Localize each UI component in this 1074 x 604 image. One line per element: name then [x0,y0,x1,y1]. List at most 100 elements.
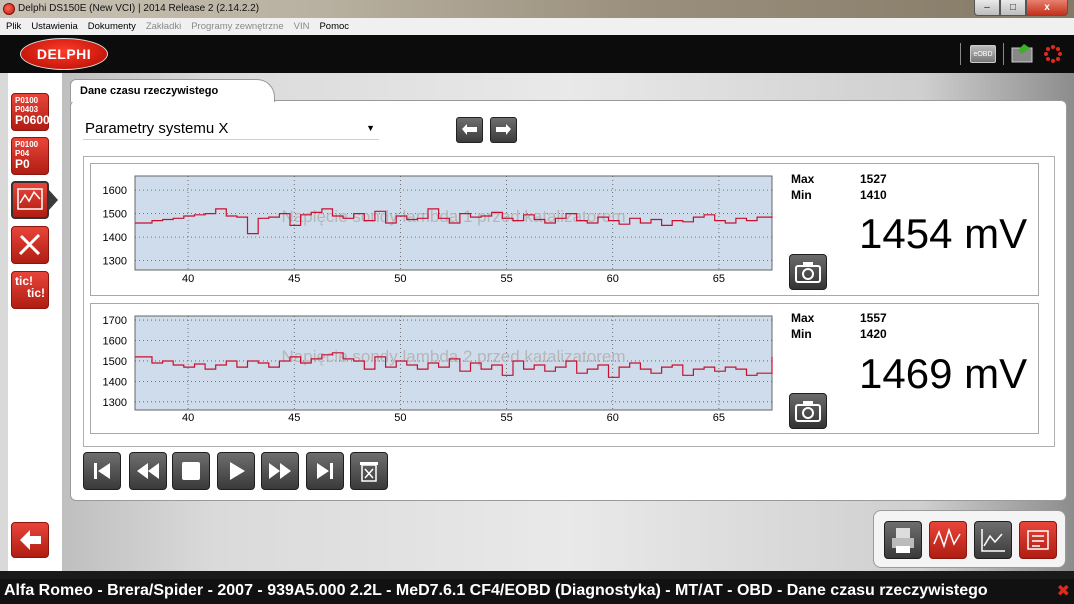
line-chart-1: 130014001500160040 45 50 55 60 65Napięcie son… [103,175,773,285]
delphi-logo: DELPHI [20,38,108,70]
x-tick-label: 45 [288,412,300,424]
graph-icon [981,529,1005,552]
vci-connection-icon[interactable] [1010,42,1036,64]
tic-tic-button[interactable]: tic! tic! [11,271,49,309]
vehicle-info: Alfa Romeo - Brera/Spider - 2007 - 939A5… [4,582,988,599]
y-tick-label: 1500 [103,209,127,221]
window-title: Delphi DS150E (New VCI) | 2014 Release 2… [18,3,260,14]
arrow-back-icon [462,124,477,135]
unit-label: mV [964,350,1028,397]
x-tick-label: 60 [607,412,619,424]
window-controls: – □ x [974,0,1068,16]
rewind-button[interactable] [129,452,167,490]
tic-icon: tic! tic! [12,272,48,302]
menu-dokumenty[interactable]: Dokumenty [88,21,136,32]
close-button[interactable]: x [1026,0,1068,16]
tab-live-data[interactable]: Dane czasu rzeczywistego [70,79,275,102]
max-label: Max [791,311,815,325]
close-session-icon[interactable]: ✖ [1057,581,1070,601]
next-parameter-button[interactable] [490,117,517,143]
x-tick-label: 55 [500,273,512,285]
function-toolbar [873,510,1066,568]
previous-parameter-button[interactable] [456,117,483,143]
units-icon [933,527,961,549]
current-value: 1469 [859,350,953,397]
y-tick-label: 1600 [103,185,127,197]
chart-card-1: 1300 1400 1500 1600 40 45 50 55 60 65 Napięcie son… [90,163,1039,296]
chart-title: Napięcie sondy lambda 2 przed katalizato… [282,347,626,366]
sidebar-strip [0,73,8,571]
skip-to-end-button[interactable] [306,452,344,490]
spinner-icon [1044,45,1062,63]
maximize-button[interactable]: □ [1000,0,1026,16]
fast-forward-icon [269,463,291,479]
min-value: 1410 [860,188,887,202]
app-icon [3,3,15,15]
printer-icon [892,528,914,553]
menu-pomoc[interactable]: Pomoc [319,21,349,32]
snapshot-button[interactable] [789,393,827,429]
dropdown-arrow-icon: ▼ [366,123,375,133]
code-line: P0 [15,157,30,171]
unit-label: mV [964,210,1028,257]
title-bar: Delphi DS150E (New VCI) | 2014 Release 2… [0,0,1074,18]
print-button[interactable] [884,521,922,559]
camera-icon [795,262,821,283]
y-tick-label: 1400 [103,232,127,244]
x-tick-label: 40 [182,412,194,424]
menu-ustawienia[interactable]: Ustawienia [31,21,77,32]
min-label: Min [791,188,812,202]
active-indicator [49,190,58,210]
x-tick-label: 65 [713,273,725,285]
service-tools-button[interactable] [11,226,49,264]
y-tick-label: 1500 [103,356,127,368]
max-value: 1527 [860,172,887,186]
menu-zakladki[interactable]: Zakładki [146,21,181,32]
current-value-display: 1469 mV [859,350,1027,398]
line-chart-2: 1300 1400 1500 1600 1700 40 45 50 55 60 65 Napięcie… [103,315,773,424]
header-separator [960,43,961,65]
skip-start-icon [94,463,110,479]
parameter-select-button[interactable] [1019,521,1057,559]
snapshot-button[interactable] [789,254,827,290]
status-bar: Alfa Romeo - Brera/Spider - 2007 - 939A5… [0,579,1074,604]
live-data-icon [17,188,43,210]
y-tick-label: 1300 [103,397,127,409]
menu-plik[interactable]: Plik [6,21,21,32]
max-value: 1557 [860,311,887,325]
graph-view-button[interactable] [974,521,1012,559]
arrow-left-icon [20,530,41,550]
live-data-button[interactable] [11,181,49,219]
play-button[interactable] [217,452,255,490]
current-value: 1454 [859,210,953,257]
arrow-forward-icon [496,124,511,135]
max-label: Max [791,172,815,186]
x-tick-label: 55 [500,412,512,424]
min-value: 1420 [860,327,887,341]
y-tick-label: 1600 [103,336,127,348]
fault-codes-button[interactable]: P0100 P0403 P0600 [11,93,50,131]
erase-codes-button[interactable]: P0100 P04 P0 [11,137,49,175]
rewind-icon [137,463,159,479]
back-button[interactable] [11,522,49,558]
fast-forward-button[interactable] [261,452,299,490]
header-separator [1003,43,1004,65]
y-tick-label: 1400 [103,376,127,388]
units-button[interactable] [929,521,967,559]
clear-recording-button[interactable] [350,452,388,490]
obd-icon[interactable]: eOBD [970,45,996,63]
camera-icon [795,401,821,422]
menu-vin[interactable]: VIN [294,21,310,32]
stop-button[interactable] [172,452,210,490]
stop-icon [182,462,200,480]
minimize-button[interactable]: – [974,0,1000,16]
parameter-set-value: Parametry systemu X [85,120,229,137]
app-header: DELPHI eOBD [0,35,1074,73]
min-label: Min [791,327,812,341]
erase-codes-icon: P0100 P04 P0 [12,138,48,172]
menu-programy-zewnetrzne[interactable]: Programy zewnętrzne [191,21,283,32]
parameter-list-icon [1027,530,1049,550]
skip-to-start-button[interactable] [83,452,121,490]
logo-text: DELPHI [36,46,92,62]
parameter-set-select[interactable]: Parametry systemu X ▼ [83,118,379,140]
